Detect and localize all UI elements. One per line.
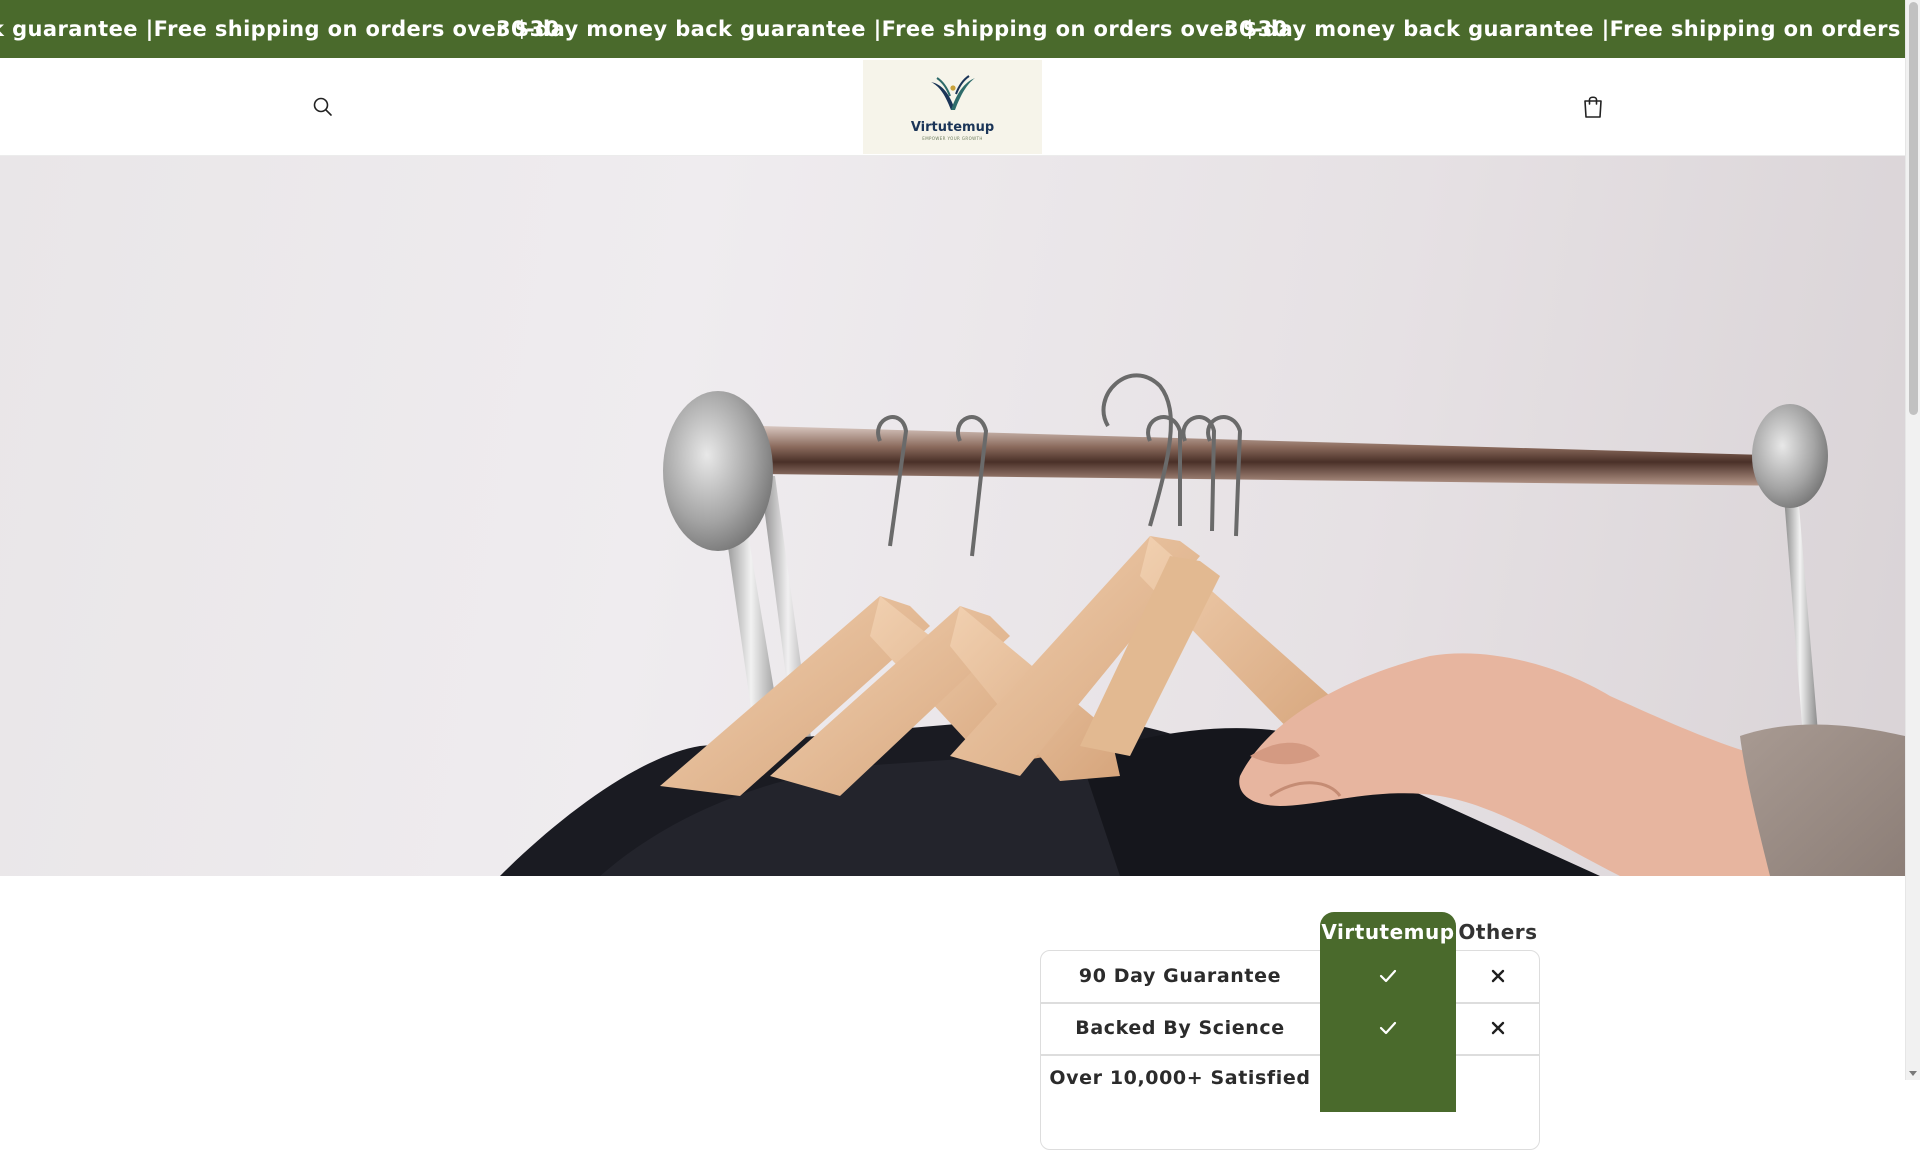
cart-button[interactable] (1580, 92, 1606, 120)
comparison-table: Virtutemup Others 90 Day Guarantee Backe… (1040, 912, 1540, 1150)
announcement-marquee: 30-day money back guarantee |Free shippi… (0, 0, 1905, 58)
announcement-bar: 30-day money back guarantee |Free shippi… (0, 0, 1905, 58)
logo-wordmark: Virtutemup (910, 119, 995, 135)
search-icon (313, 97, 332, 116)
logo-emblem (930, 74, 975, 110)
check-icon (1320, 950, 1456, 1002)
comparison-row: 90 Day Guarantee (1040, 950, 1540, 1002)
site-header: Virtutemup EMPOWER YOUR GROWTH (0, 58, 1905, 156)
others-column-header: Others (1458, 920, 1538, 944)
search-button[interactable] (310, 94, 336, 120)
comparison-row-label: Backed By Science (1075, 1017, 1285, 1039)
scrollbar-thumb[interactable] (1909, 2, 1918, 415)
site-logo[interactable]: Virtutemup EMPOWER YOUR GROWTH (863, 60, 1042, 154)
announcement-text: 30-day money back guarantee |Free shippi… (496, 17, 1288, 41)
comparison-row: Backed By Science (1040, 1002, 1540, 1054)
shopping-bag-icon (1584, 96, 1602, 118)
x-icon (1456, 1002, 1540, 1054)
comparison-row-label: Over 10,000+ Satisfied (1049, 1067, 1311, 1089)
check-icon (1320, 1002, 1456, 1054)
announcement-text: 30-day money back guarantee |Free shippi… (1224, 17, 1905, 41)
hero-banner (0, 156, 1905, 876)
x-icon (1456, 950, 1540, 1002)
comparison-row-label: 90 Day Guarantee (1078, 965, 1282, 987)
comparison-row: Over 10,000+ Satisfied (1040, 1052, 1540, 1104)
logo-tagline: EMPOWER YOUR GROWTH (922, 135, 983, 141)
brand-column-header: Virtutemup (1321, 920, 1455, 944)
announcement-text: 30-day money back guarantee |Free shippi… (0, 17, 560, 41)
page-scrollbar[interactable] (1905, 0, 1920, 1080)
scroll-down-arrow-icon[interactable] (1909, 1071, 1917, 1076)
hero-image (500, 373, 1905, 876)
